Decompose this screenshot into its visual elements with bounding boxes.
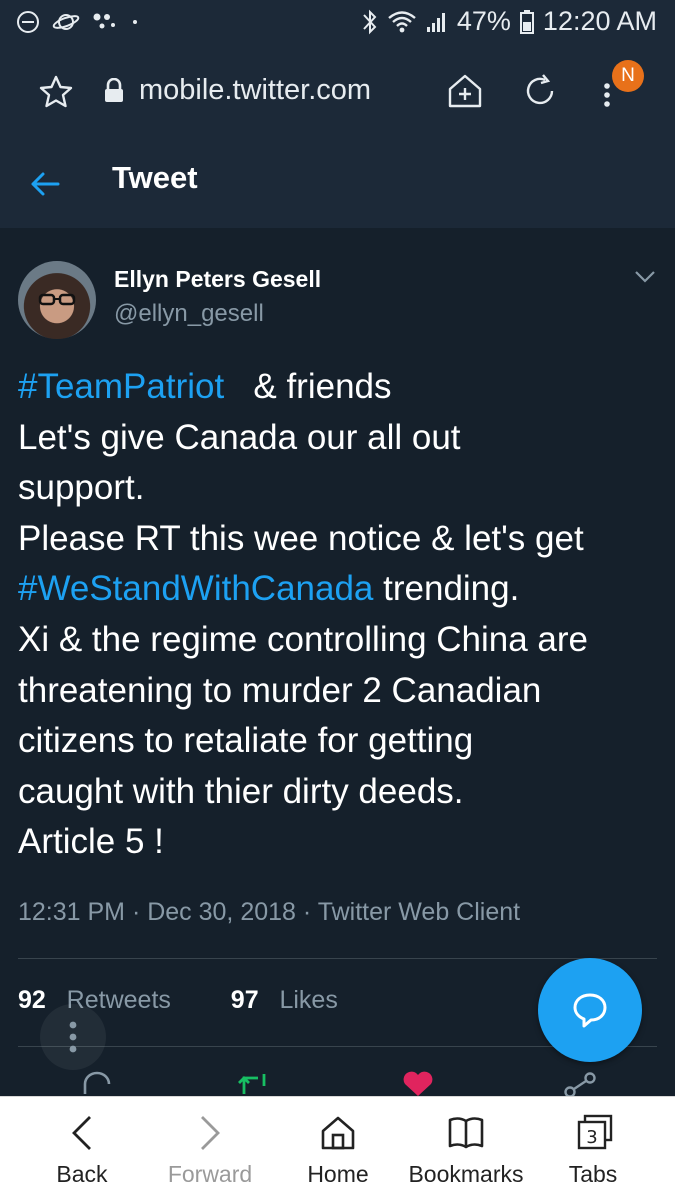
author-name[interactable]: Ellyn Peters Gesell xyxy=(114,266,321,293)
hashtag-link[interactable]: #WeStandWithCanada xyxy=(18,569,373,608)
tweet-line: #TeamPatriot & friends xyxy=(18,362,663,413)
nav-home-label: Home xyxy=(307,1161,369,1187)
author-handle[interactable]: @ellyn_gesell xyxy=(114,300,264,328)
battery-percent: 47% xyxy=(456,6,511,36)
retweet-icon[interactable] xyxy=(236,1070,272,1096)
do-not-disturb-icon xyxy=(17,11,39,33)
tab-count: 3 xyxy=(586,1127,597,1148)
tweet-timestamp[interactable]: 12:31 PM · Dec 30, 2018 · Twitter Web Cl… xyxy=(18,898,520,927)
likes-label[interactable]: Likes xyxy=(279,986,337,1014)
status-bar: 47% 12:20 AM xyxy=(0,0,675,46)
nav-back-button[interactable]: Back xyxy=(18,1097,146,1201)
tweet-line: Xi & the regime controlling China are xyxy=(18,619,589,659)
reload-icon[interactable] xyxy=(521,72,559,110)
nav-tabs-button[interactable]: 3 Tabs xyxy=(529,1097,657,1201)
floating-more-button[interactable] xyxy=(40,1004,106,1070)
forward-chevron-icon xyxy=(201,1116,220,1150)
nav-bookmarks-label: Bookmarks xyxy=(408,1161,524,1187)
avatar-glasses-icon xyxy=(38,293,76,306)
small-dot-icon xyxy=(133,20,137,24)
share-icon[interactable] xyxy=(562,1070,598,1096)
nav-forward-button[interactable]: Forward xyxy=(146,1097,274,1201)
chevron-down-icon[interactable] xyxy=(634,270,656,284)
bookmarks-book-icon xyxy=(448,1117,484,1149)
tweet-line: #WeStandWithCanada trending. xyxy=(18,564,663,615)
clock: 12:20 AM xyxy=(542,6,657,36)
tweet-line: Let's give Canada our all out xyxy=(18,417,461,457)
tweet-line: support. xyxy=(18,468,145,508)
nav-back-label: Back xyxy=(56,1161,108,1187)
likes-count[interactable]: 97 xyxy=(231,986,259,1014)
tweet-header: Tweet xyxy=(0,142,675,228)
nav-tabs-label: Tabs xyxy=(568,1161,618,1187)
floating-reply-button[interactable] xyxy=(538,958,642,1062)
nav-home-button[interactable]: Home xyxy=(274,1097,402,1201)
browser-bottom-nav: Back Forward Home Bookmarks 3 Tabs xyxy=(0,1096,675,1201)
vertical-dots-icon xyxy=(69,1021,77,1053)
home-icon xyxy=(321,1116,355,1150)
tweet-line: citizens to retaliate for getting xyxy=(18,721,474,761)
avatar[interactable] xyxy=(18,261,96,339)
battery-icon xyxy=(519,9,534,34)
bluetooth-icon xyxy=(363,9,377,34)
signal-icon xyxy=(426,12,445,32)
wifi-icon xyxy=(388,10,416,32)
back-chevron-icon xyxy=(72,1116,91,1150)
back-arrow-icon[interactable] xyxy=(28,167,62,201)
divider xyxy=(18,958,657,959)
hashtag-link[interactable]: #TeamPatriot xyxy=(18,367,224,406)
nav-forward-label: Forward xyxy=(167,1161,253,1187)
lock-icon xyxy=(105,78,123,102)
add-to-home-icon[interactable] xyxy=(446,72,484,110)
more-menu-icon[interactable] xyxy=(602,82,612,108)
browser-url-bar: mobile.twitter.com N xyxy=(0,46,675,142)
reply-icon[interactable] xyxy=(80,1070,114,1096)
tweet-line: Please RT this wee notice & let's get xyxy=(18,518,584,558)
url-text[interactable]: mobile.twitter.com xyxy=(139,74,371,107)
speech-bubble-icon xyxy=(573,993,607,1028)
status-icons-left xyxy=(16,10,140,34)
like-heart-icon[interactable] xyxy=(400,1070,436,1096)
tweet-line: caught with thier dirty deeds. xyxy=(18,771,464,811)
tweet-line: threatening to murder 2 Canadian xyxy=(18,670,542,710)
tweet-line-text: & friends xyxy=(224,367,392,406)
tweet-line-text: trending. xyxy=(373,569,520,609)
planet-icon xyxy=(52,14,80,30)
nav-bookmarks-button[interactable]: Bookmarks xyxy=(402,1097,530,1201)
notification-badge: N xyxy=(612,60,644,92)
page-title: Tweet xyxy=(112,160,198,195)
bookmark-star-icon[interactable] xyxy=(38,74,74,110)
tabs-icon: 3 xyxy=(577,1114,613,1150)
assistant-dots-icon xyxy=(93,13,115,29)
status-icons-right: 47% 12:20 AM xyxy=(361,6,657,37)
tweet-text: #TeamPatriot & friends Let's give Canada… xyxy=(18,362,663,868)
tweet-line: Article 5 ! xyxy=(18,822,164,862)
